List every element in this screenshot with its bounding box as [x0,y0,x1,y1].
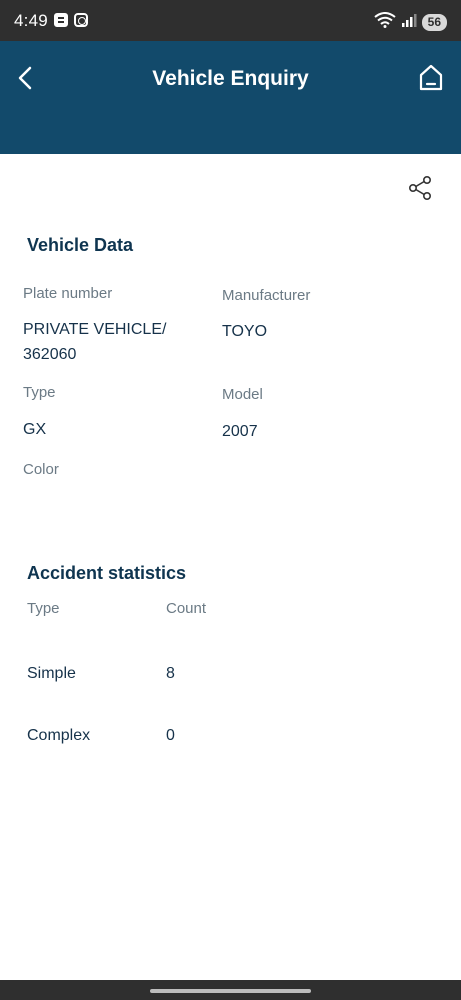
battery-indicator: 56 [421,14,447,31]
manufacturer-value: TOYO [222,323,268,340]
manufacturer-label: Manufacturer [222,287,311,304]
row-count-cell: 0 [166,727,175,744]
home-icon [418,64,444,97]
row-type-cell: Complex [27,727,91,744]
column-header-type: Type [27,600,60,617]
vehicle-data-title: Vehicle Data [27,235,134,255]
signal-icon [401,12,417,33]
share-button[interactable] [405,175,435,206]
model-value: 2007 [222,423,258,440]
app-header: Vehicle Enquiry [0,41,461,154]
model-label: Model [222,386,263,403]
instagram-notification-icon [74,13,88,27]
color-label: Color [23,461,59,478]
gesture-handle[interactable] [150,989,311,993]
type-label: Type [23,384,56,401]
wifi-icon [374,12,396,33]
plate-number-label: Plate number [23,285,113,302]
home-button[interactable] [415,63,447,97]
row-count-cell: 8 [166,665,175,682]
column-header-count: Count [166,600,207,617]
share-icon [407,175,433,206]
message-notification-icon [54,13,68,27]
plate-number-line2: 362060 [23,346,77,363]
plate-number-line1: PRIVATE VEHICLE/ [23,321,167,338]
status-time: 4:49 [14,11,48,30]
row-type-cell: Simple [27,665,76,682]
accident-statistics-title: Accident statistics [27,563,187,583]
status-indicators: 56 [374,12,447,33]
system-navigation-bar [0,980,461,1000]
status-bar: 4:49 56 [0,0,461,41]
type-value: GX [23,421,47,438]
page-title: Vehicle Enquiry [152,67,309,90]
plate-number-value: PRIVATE VEHICLE/ 362060 [23,317,166,367]
